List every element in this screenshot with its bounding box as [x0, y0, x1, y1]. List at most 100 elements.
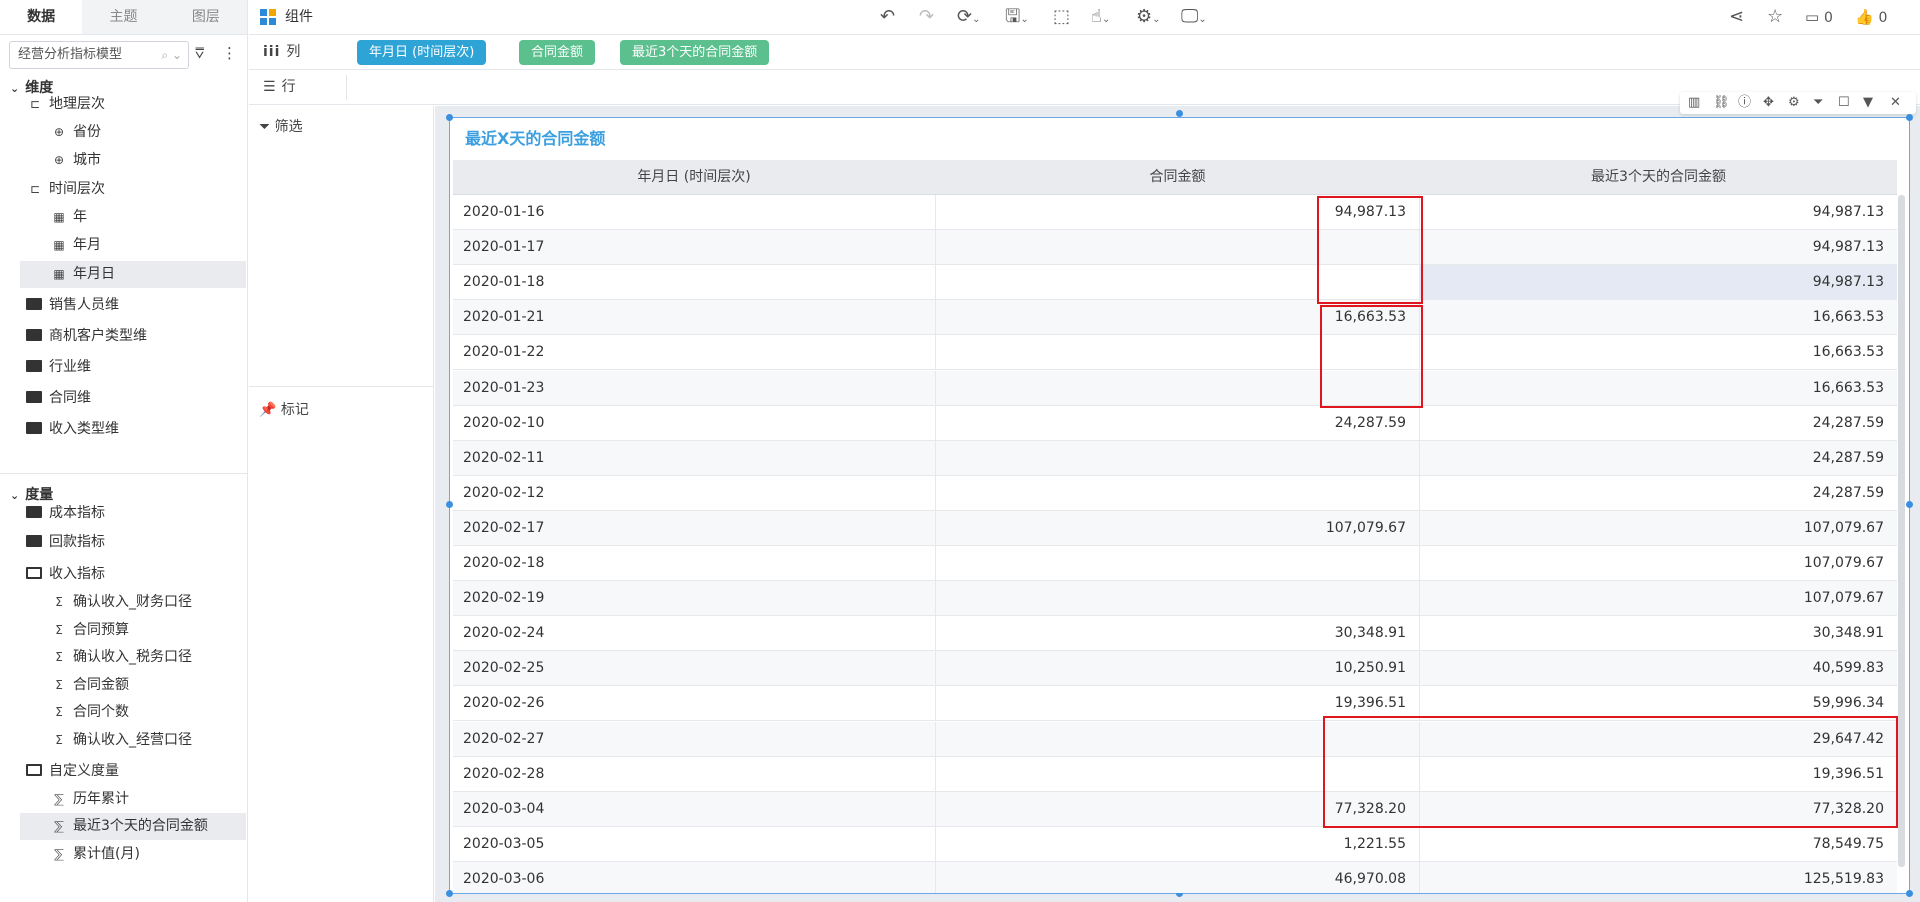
hand-icon[interactable]: ☝⌄	[1091, 7, 1110, 30]
table-row[interactable]: 2020-02-19 107,079.67	[453, 581, 1897, 617]
display-icon[interactable]: 🖵⌄	[1181, 7, 1207, 30]
table-row[interactable]: 2020-02-25 10,250.91 40,599.83	[453, 651, 1897, 687]
preview-icon[interactable]: ⬚	[1053, 7, 1070, 27]
comment-button[interactable]: ▭ 0	[1805, 7, 1833, 28]
table-row[interactable]: 2020-02-17 107,079.67 107,079.67	[453, 510, 1897, 546]
resize-handle[interactable]	[1906, 890, 1913, 897]
table-row[interactable]: 2020-02-18 107,079.67	[453, 546, 1897, 581]
tab-data[interactable]: 数据	[0, 0, 83, 34]
maximize-icon[interactable]: ☐	[1838, 95, 1850, 111]
resize-handle[interactable]	[1906, 501, 1913, 508]
chart-switch-icon[interactable]: ▥	[1688, 95, 1700, 111]
mark-area[interactable]: 📌 标记	[259, 399, 309, 419]
refresh-icon[interactable]: ⟳⌄	[957, 7, 980, 30]
resize-handle[interactable]	[1176, 110, 1183, 117]
cell-recent-3-days: 24,287.59	[1812, 414, 1884, 431]
tree-item[interactable]: ⊏ 时间层次	[0, 176, 247, 203]
tree-item[interactable]: 自定义度量	[0, 758, 247, 785]
table-row[interactable]: 2020-01-21 16,663.53 16,663.53	[453, 300, 1897, 336]
tree-item[interactable]: ⊕ 省份	[0, 119, 247, 146]
tree-item-label: 年月	[73, 237, 101, 253]
collapse-icon: ⌄	[10, 489, 20, 502]
column-pill[interactable]: 年月日 (时间层次)	[357, 40, 487, 65]
link-icon[interactable]: ⛓	[1713, 95, 1730, 111]
redo-icon[interactable]: ↷	[919, 7, 934, 27]
tree-item[interactable]: ▦ 年月	[0, 232, 247, 259]
cell-date: 2020-02-25	[463, 660, 545, 677]
filter-area[interactable]: ⏷ 筛选	[259, 116, 303, 136]
tree-item[interactable]: 回款指标	[0, 529, 247, 556]
dropdown-icon[interactable]: ▼	[1863, 95, 1873, 111]
header-recent-3-days[interactable]: 最近3个天的合同金额	[1420, 160, 1897, 195]
resize-handle[interactable]	[446, 501, 453, 508]
measure-section[interactable]: ⌄ 度量	[10, 484, 53, 504]
move-icon[interactable]: ✥	[1763, 95, 1774, 111]
tree-item[interactable]: Σ 合同金额	[0, 672, 247, 699]
gear-icon[interactable]: ⚙	[1788, 95, 1800, 111]
tab-layer[interactable]: 图层	[165, 0, 247, 34]
hierarchy-icon: ⊏	[29, 182, 41, 196]
resize-handle[interactable]	[446, 114, 453, 121]
tree-item[interactable]: 成本指标	[0, 505, 247, 519]
favorite-icon[interactable]: ☆	[1767, 7, 1783, 27]
date-icon: ▦	[53, 210, 65, 224]
tree-item[interactable]: Σ 确认收入_财务口径	[0, 589, 247, 616]
filter-icon[interactable]: ⩢	[195, 44, 204, 62]
resize-handle[interactable]	[1906, 114, 1913, 121]
table-row[interactable]: 2020-02-10 24,287.59 24,287.59	[453, 405, 1897, 441]
tree-item[interactable]: ▦ 年月日	[20, 261, 246, 288]
table-row[interactable]: 2020-01-17 94,987.13	[453, 230, 1897, 266]
header-date[interactable]: 年月日 (时间层次)	[453, 160, 935, 195]
tree-item[interactable]: ▦ 年	[0, 204, 247, 231]
tree-item[interactable]: 收入类型维	[0, 416, 247, 443]
table-row[interactable]: 2020-02-11 24,287.59	[453, 440, 1897, 476]
tree-item[interactable]: 行业维	[0, 354, 247, 381]
model-select[interactable]: 经营分析指标模型 ⌕ ⌄	[9, 41, 189, 69]
cell-date: 2020-02-17	[463, 519, 545, 536]
tree-item-label: 回款指标	[49, 534, 105, 550]
tree-item[interactable]: ⊏ 地理层次	[0, 91, 247, 118]
folder-icon	[26, 391, 42, 403]
undo-icon[interactable]: ↶	[880, 7, 895, 27]
column-pill[interactable]: 最近3个天的合同金额	[620, 40, 770, 65]
tree-item[interactable]: Σ 确认收入_经营口径	[0, 727, 247, 754]
save-icon[interactable]: 🖫⌄	[1005, 7, 1029, 30]
cell-date: 2020-03-05	[463, 835, 545, 852]
table-row[interactable]: 2020-01-23 16,663.53	[453, 370, 1897, 406]
share-icon[interactable]: ⋖	[1729, 7, 1744, 27]
component-label[interactable]: 组件	[285, 0, 313, 35]
filter-icon[interactable]: ⏷	[1813, 95, 1823, 111]
more-icon[interactable]: ⋮	[222, 44, 237, 62]
tree-item[interactable]: 收入指标	[0, 561, 247, 588]
tree-item[interactable]: 商机客户类型维	[0, 323, 247, 350]
close-icon[interactable]: ✕	[1890, 95, 1901, 111]
tree-item[interactable]: Σ 合同预算	[0, 617, 247, 644]
tree-item[interactable]: ⅀ 累计值(月)	[0, 841, 247, 868]
table-row[interactable]: 2020-03-05 1,221.55 78,549.75	[453, 826, 1897, 862]
like-button[interactable]: 👍 0	[1855, 7, 1887, 28]
tree-item[interactable]: 合同维	[0, 385, 247, 412]
date-icon: ▦	[53, 267, 65, 281]
tab-theme[interactable]: 主题	[82, 0, 164, 34]
cell-recent-3-days: 94,987.13	[1812, 239, 1884, 256]
tree-item[interactable]: Σ 确认收入_税务口径	[0, 644, 247, 671]
tree-item[interactable]: 销售人员维	[0, 292, 247, 319]
tree-item[interactable]: Σ 合同个数	[0, 699, 247, 726]
info-icon[interactable]: ⓘ	[1738, 95, 1751, 111]
table-row[interactable]: 2020-02-24 30,348.91 30,348.91	[453, 616, 1897, 652]
resize-handle[interactable]	[446, 890, 453, 897]
rows-shelf[interactable]: ☰ 行	[249, 70, 1920, 105]
table-scrollbar[interactable]	[1898, 195, 1905, 867]
columns-shelf[interactable]: iii 列 年月日 (时间层次) 合同金额 最近3个天的合同金额	[249, 35, 1920, 70]
column-pill[interactable]: 合同金额	[519, 40, 596, 65]
table-row[interactable]: 2020-03-06 46,970.08 125,519.83	[453, 861, 1897, 893]
table-row[interactable]: 2020-01-16 94,987.13 94,987.13	[453, 195, 1897, 230]
settings-icon[interactable]: ⚙⌄	[1136, 7, 1161, 30]
tree-item[interactable]: ⊕ 城市	[0, 147, 247, 174]
table-row[interactable]: 2020-01-18 94,987.13	[453, 265, 1897, 301]
header-contract-amount[interactable]: 合同金额	[936, 160, 1419, 195]
table-row[interactable]: 2020-02-12 24,287.59	[453, 475, 1897, 511]
table-row[interactable]: 2020-01-22 16,663.53	[453, 335, 1897, 371]
tree-item[interactable]: ⅀ 历年累计	[0, 786, 247, 813]
tree-item[interactable]: ⅀ 最近3个天的合同金额	[20, 813, 246, 840]
